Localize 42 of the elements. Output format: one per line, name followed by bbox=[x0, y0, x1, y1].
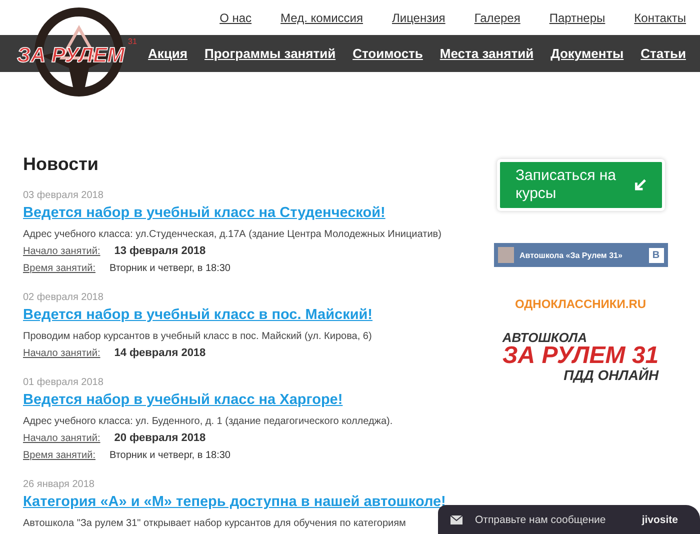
vk-badge: В bbox=[648, 248, 664, 262]
banner-top-text: АВТОШКОЛА bbox=[502, 331, 587, 344]
main-menu-link[interactable]: Стоимость bbox=[352, 46, 423, 61]
main-menu-link[interactable]: Акция bbox=[148, 46, 188, 61]
news-date: 02 февраля 2018 bbox=[23, 291, 104, 305]
top-menu-link[interactable]: Контакты bbox=[634, 10, 686, 24]
news-heading: Новости bbox=[23, 154, 100, 175]
group-name: Автошкола «За Рулем 31» bbox=[520, 250, 624, 260]
news-date: 03 февраля 2018 bbox=[23, 189, 104, 203]
vk-widget[interactable]: Автошкола «За Рулем 31» В bbox=[494, 243, 668, 267]
news-text: Адрес учебного класса: ул.Студенческая, д.17А (здание Центра Молодежных Инициатив) bbox=[23, 228, 442, 242]
field-label[interactable]: Начало занятий: bbox=[23, 243, 100, 260]
field-value: 13 февраля 2018 bbox=[114, 244, 206, 259]
main-menu-link[interactable]: Документы bbox=[550, 46, 624, 61]
main-menu-link[interactable]: Программы занятий bbox=[204, 46, 336, 61]
top-menu-link[interactable]: Мед. комиссия bbox=[280, 10, 363, 24]
banner-bottom-text: ПДД ОНЛАЙН bbox=[564, 368, 659, 382]
field-value: 20 февраля 2018 bbox=[114, 431, 206, 446]
main-menu-link[interactable]: Статьи bbox=[640, 46, 686, 61]
field-label[interactable]: Начало занятий: bbox=[23, 345, 100, 362]
news-text: Автошкола "За рулем 31" открывает набор курсантов для обучения по категориям bbox=[23, 517, 407, 531]
main-menu-link[interactable]: Места занятий bbox=[440, 46, 534, 61]
top-menu-link[interactable]: Лицензия bbox=[392, 10, 446, 24]
banner-main-text: ЗА РУЛЕМ 31 bbox=[502, 344, 659, 368]
field-value: 14 февраля 2018 bbox=[114, 346, 206, 361]
news-date: 01 февраля 2018 bbox=[23, 376, 104, 390]
chat-widget[interactable]: Отправьте нам сообщение jivosite bbox=[438, 505, 700, 534]
field-value: Вторник и четверг, в 18:30 bbox=[109, 262, 230, 276]
top-menu-link[interactable]: Галерея bbox=[474, 10, 520, 24]
news-date: 26 января 2018 bbox=[23, 478, 96, 492]
top-menu-link[interactable]: Партнеры bbox=[549, 10, 606, 24]
envelope-icon bbox=[450, 514, 463, 524]
photo-placeholder bbox=[498, 247, 514, 263]
news-text: Адрес учебного класса: ул. Буденного, д. 1 (здание педагогического колледжа). bbox=[23, 415, 394, 429]
field-label[interactable]: Начало занятий: bbox=[23, 430, 100, 447]
chat-label: Отправьте нам сообщение bbox=[475, 514, 607, 526]
top-menu-link[interactable]: О нас bbox=[220, 10, 252, 24]
field-value: Вторник и четверг, в 18:30 bbox=[109, 449, 230, 463]
chat-brand: jivosite bbox=[642, 514, 678, 526]
news-text: Проводим набор курсантов в учебный класс в пос. Майский (ул. Кирова, 6) bbox=[23, 330, 373, 344]
field-label[interactable]: Время занятий: bbox=[23, 447, 96, 464]
field-label[interactable]: Время занятий: bbox=[23, 260, 96, 277]
